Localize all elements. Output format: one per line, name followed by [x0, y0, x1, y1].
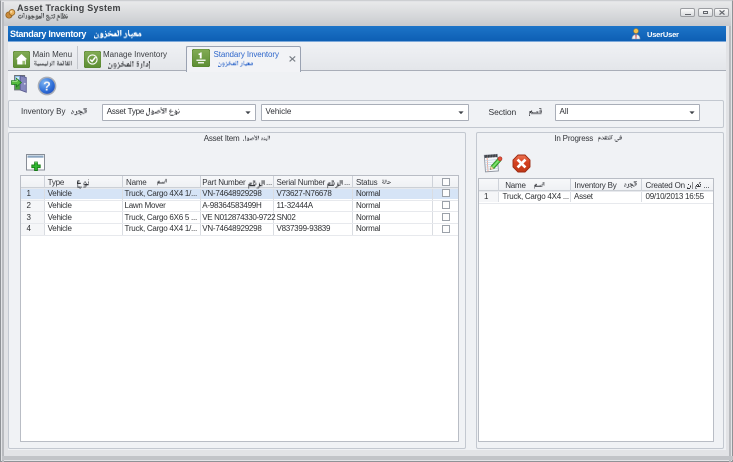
svg-text:?: ? [43, 79, 51, 93]
